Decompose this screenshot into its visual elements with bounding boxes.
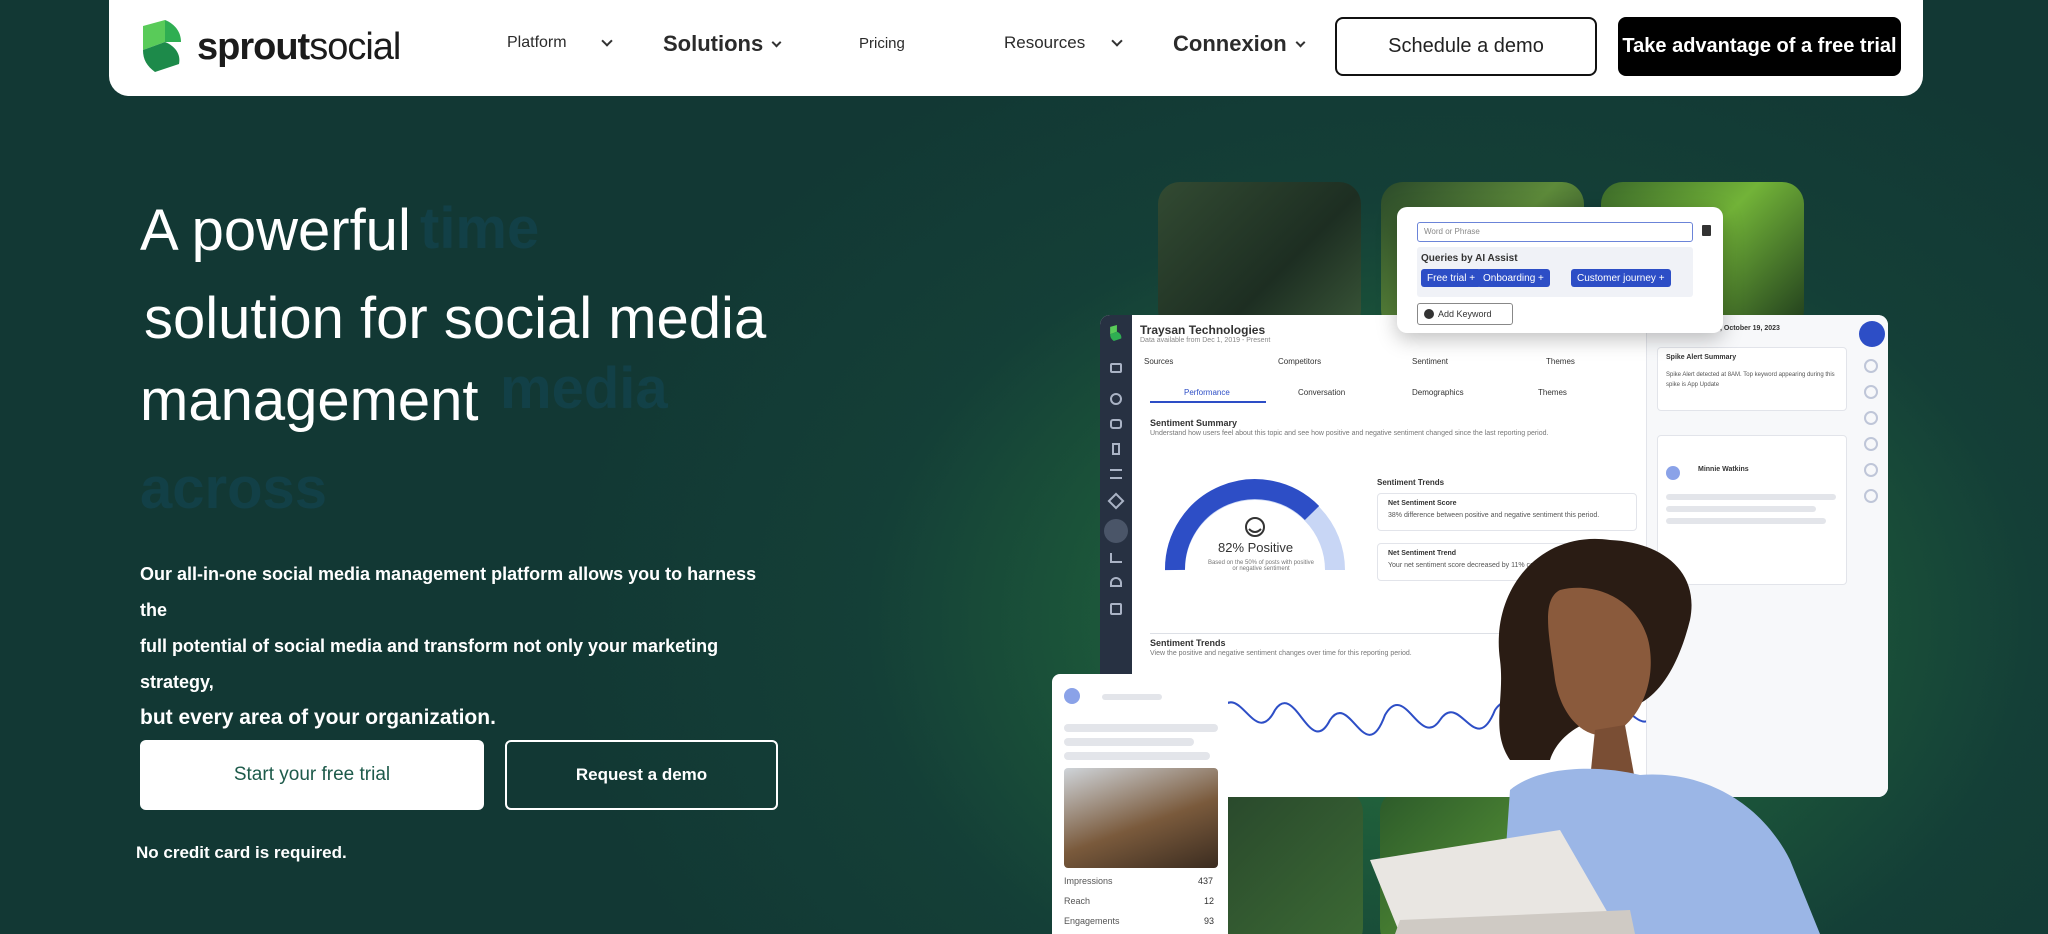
post-preview-card: Impressions 437 Reach 12 Engagements 93 — [1052, 674, 1228, 934]
pin-icon[interactable] — [1112, 443, 1120, 455]
free-trial-button[interactable]: Take advantage of a free trial — [1618, 17, 1901, 76]
sprout-social-logo[interactable]: sproutsocial — [141, 20, 401, 72]
trends-title: Sentiment Trends — [1150, 638, 1226, 648]
link-icon[interactable] — [1864, 411, 1878, 425]
keyboard-icon[interactable] — [1864, 489, 1878, 503]
nav-pricing[interactable]: Pricing — [859, 35, 905, 52]
stat-label: Engagements — [1064, 916, 1120, 926]
send-icon[interactable] — [1107, 492, 1125, 510]
ghost-text: media — [500, 356, 668, 421]
positive-percentage: 82% Positive — [1218, 540, 1294, 555]
post-image — [1064, 768, 1218, 868]
plus-icon — [1424, 309, 1434, 319]
woman-with-laptop-photo — [1370, 538, 1820, 934]
start-free-trial-button[interactable]: Start your free trial — [140, 740, 484, 810]
tab-themes[interactable]: Themes — [1538, 388, 1567, 397]
logo-wordmark: sproutsocial — [197, 26, 401, 68]
list-icon[interactable] — [1110, 469, 1122, 479]
tab-performance[interactable]: Performance — [1184, 388, 1230, 397]
filter-sources[interactable]: Sources — [1144, 357, 1173, 366]
keyword-input[interactable]: Word or Phrase — [1417, 222, 1693, 242]
add-keyword-button[interactable]: Add Keyword — [1417, 303, 1513, 325]
sentiment-summary-title: Sentiment Summary — [1150, 418, 1238, 428]
hero-title-line3: management — [140, 368, 479, 433]
help-icon[interactable] — [1864, 463, 1878, 477]
avatar — [1064, 688, 1080, 704]
nav-connexion[interactable]: Connexion — [1173, 31, 1306, 57]
ghost-text: time — [420, 196, 540, 261]
nav-solutions-label: Solutions — [663, 31, 764, 56]
keyword-placeholder: Word or Phrase — [1424, 227, 1480, 236]
bookmark-icon[interactable] — [1864, 437, 1878, 451]
star-icon[interactable] — [1110, 603, 1122, 615]
sentiment-trends-label: Sentiment Trends — [1377, 478, 1445, 487]
chevron-down-icon — [600, 35, 613, 47]
net-score-card: Net Sentiment Score 38% difference betwe… — [1377, 493, 1637, 531]
compose-icon[interactable] — [1859, 321, 1885, 347]
filter-competitors[interactable]: Competitors — [1278, 357, 1321, 366]
hero-description: Our all-in-one social media management p… — [140, 564, 757, 729]
stat-value: 93 — [1204, 916, 1215, 926]
chevron-down-icon — [1295, 37, 1306, 47]
company-sub: Data available from Dec 1, 2019 - Presen… — [1140, 337, 1271, 344]
nav-resources[interactable]: Resources — [1004, 33, 1123, 53]
positive-note: Based on the 50% of posts with positive … — [1207, 560, 1315, 572]
company-name: Traysan Technologies — [1140, 323, 1266, 337]
sprout-leaf-icon — [143, 20, 181, 72]
hero-title-line1: A powerful — [140, 198, 411, 263]
sprout-leaf-icon — [1110, 325, 1122, 341]
filter-themes[interactable]: Themes — [1546, 357, 1575, 366]
spike-alert-card: Spike Alert Summary Spike Alert detected… — [1657, 347, 1847, 411]
nav-pricing-label: Pricing — [859, 35, 905, 52]
trash-icon[interactable] — [1702, 225, 1711, 236]
schedule-demo-button[interactable]: Schedule a demo — [1335, 17, 1597, 76]
sentiment-summary-sub: Understand how users feel about this top… — [1150, 430, 1549, 437]
keyword-query-popup: Word or Phrase Queries by AI Assist Free… — [1397, 207, 1723, 333]
stat-label: Reach — [1064, 896, 1091, 906]
nav-platform[interactable]: Platform — [507, 34, 613, 52]
mentioner-name: Minnie Watkins — [1698, 466, 1749, 473]
chevron-down-icon — [1111, 35, 1123, 47]
nav-platform-label: Platform — [507, 34, 567, 51]
stat-value: 12 — [1204, 896, 1215, 906]
alert-icon[interactable] — [1864, 359, 1878, 373]
nav-solutions[interactable]: Solutions — [663, 31, 782, 57]
active-tab-indicator — [1150, 401, 1266, 403]
request-demo-button[interactable]: Request a demo — [505, 740, 778, 810]
query-chip[interactable]: Customer journey + — [1571, 269, 1671, 287]
no-credit-card-note: No credit card is required. — [136, 843, 347, 862]
avatar — [1666, 466, 1680, 480]
tab-demographics[interactable]: Demographics — [1412, 388, 1464, 397]
tab-conversation[interactable]: Conversation — [1298, 388, 1345, 397]
stat-value: 437 — [1198, 876, 1214, 886]
top-nav: sproutsocial Platform Solutions Pricing … — [109, 0, 1923, 96]
nav-resources-label: Resources — [1004, 33, 1086, 52]
filter-sentiment[interactable]: Sentiment — [1412, 357, 1448, 366]
query-chip[interactable]: Onboarding + — [1477, 269, 1550, 287]
reports-icon[interactable] — [1110, 553, 1122, 563]
home-icon[interactable] — [1110, 577, 1122, 587]
nav-connexion-label: Connexion — [1173, 31, 1287, 56]
hero-title-line2: solution for social media — [144, 286, 767, 351]
query-chip[interactable]: Free trial + — [1421, 269, 1482, 287]
message-icon[interactable] — [1864, 385, 1878, 399]
listening-icon[interactable] — [1104, 519, 1128, 543]
chevron-down-icon — [771, 37, 782, 47]
folder-icon[interactable] — [1110, 363, 1122, 373]
stat-label: Impressions — [1064, 876, 1113, 886]
ai-queries-box: Queries by AI Assist Free trial + Onboar… — [1417, 247, 1693, 297]
compass-icon[interactable] — [1110, 393, 1122, 405]
ai-queries-title: Queries by AI Assist — [1421, 253, 1518, 264]
inbox-icon[interactable] — [1110, 419, 1122, 429]
leaf-photo — [1158, 182, 1361, 332]
ghost-text: across — [140, 456, 328, 521]
